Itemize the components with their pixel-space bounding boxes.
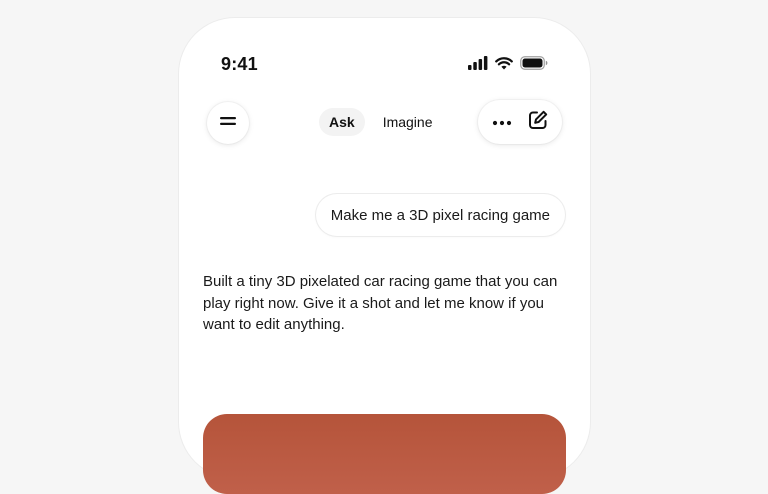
signal-icon — [468, 56, 488, 75]
more-icon[interactable] — [492, 113, 512, 131]
game-preview-card[interactable] — [203, 414, 566, 494]
tab-imagine[interactable]: Imagine — [373, 108, 443, 136]
menu-icon — [219, 114, 237, 132]
assistant-message: Built a tiny 3D pixelated car racing gam… — [203, 273, 558, 333]
mode-tabs: Ask Imagine — [319, 108, 443, 136]
menu-button[interactable] — [207, 102, 249, 144]
status-icons — [468, 56, 548, 75]
header-actions — [478, 100, 562, 144]
user-message-bubble: Make me a 3D pixel racing game — [315, 194, 565, 236]
status-time: 9:41 — [221, 54, 258, 74]
tab-ask[interactable]: Ask — [319, 108, 365, 136]
new-chat-icon[interactable] — [527, 109, 549, 136]
wifi-icon — [495, 56, 513, 75]
battery-icon — [520, 56, 548, 75]
phone-frame: 9:41 Ask Imagine Make me a 3D pixel raci… — [179, 18, 590, 494]
